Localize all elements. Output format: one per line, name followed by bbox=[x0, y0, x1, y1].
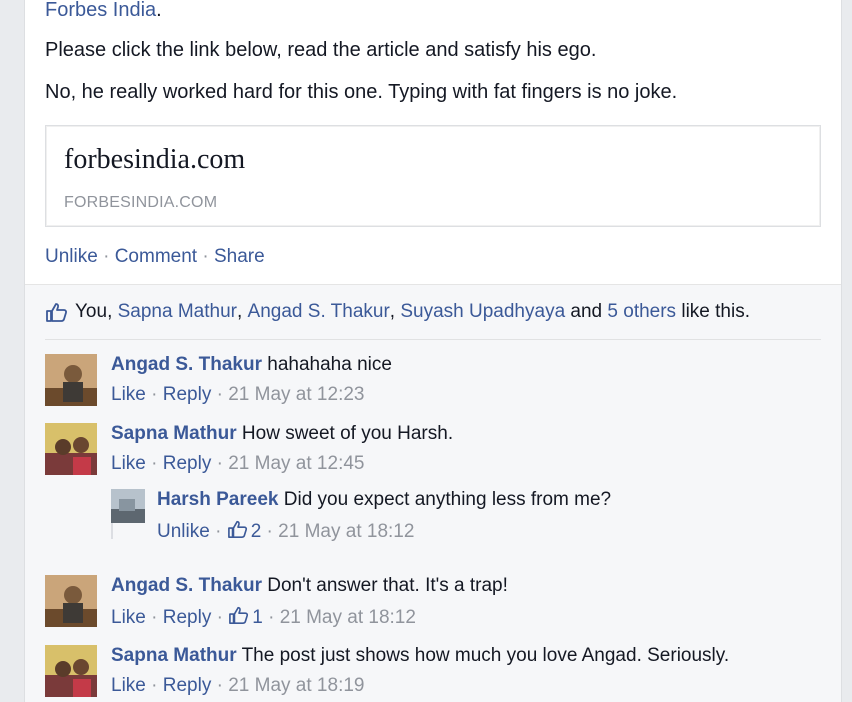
comment-text: How sweet of you Harsh. bbox=[241, 423, 454, 444]
likes-summary: You, Sapna Mathur, Angad S. Thakur, Suya… bbox=[45, 301, 750, 323]
link-preview-domain: FORBESINDIA.COM bbox=[64, 194, 218, 211]
comment-timestamp[interactable]: 21 May at 12:23 bbox=[228, 384, 364, 405]
like-button[interactable]: Like bbox=[111, 607, 146, 628]
comment-text: The post just shows how much you love An… bbox=[241, 645, 730, 666]
like-button[interactable]: Like bbox=[111, 384, 146, 405]
avatar[interactable] bbox=[45, 423, 97, 475]
avatar-image bbox=[45, 354, 97, 406]
liker-link[interactable]: Sapna Mathur bbox=[118, 301, 237, 323]
divider bbox=[45, 339, 821, 340]
reply-button[interactable]: Reply bbox=[163, 453, 212, 474]
liker-link[interactable]: Suyash Upadhyaya bbox=[400, 301, 565, 323]
like-button[interactable]: Like bbox=[111, 453, 146, 474]
post-line-3: No, he really worked hard for this one. … bbox=[45, 81, 678, 103]
link-preview[interactable]: forbesindia.com FORBESINDIA.COM bbox=[45, 125, 821, 227]
thumbs-up-icon bbox=[227, 520, 247, 538]
comment-timestamp[interactable]: 21 May at 12:45 bbox=[228, 453, 364, 474]
reply-button[interactable]: Reply bbox=[163, 675, 212, 696]
comment-author[interactable]: Angad S. Thakur bbox=[111, 354, 262, 375]
others-link[interactable]: 5 others bbox=[607, 301, 676, 323]
comment-text: hahahaha nice bbox=[267, 354, 392, 375]
avatar[interactable] bbox=[111, 489, 145, 523]
post-line-2: Please click the link below, read the ar… bbox=[45, 39, 597, 61]
avatar-image bbox=[111, 489, 145, 523]
comment-text: Did you expect anything less from me? bbox=[283, 489, 612, 510]
forbes-india-link[interactable]: Forbes India bbox=[45, 0, 156, 21]
thumbs-up-icon bbox=[229, 606, 249, 624]
unlike-button[interactable]: Unlike bbox=[157, 521, 210, 542]
avatar[interactable] bbox=[45, 575, 97, 627]
link-preview-title[interactable]: forbesindia.com bbox=[64, 144, 245, 176]
comment-like-count[interactable]: 1 bbox=[228, 606, 263, 628]
comment-author[interactable]: Angad S. Thakur bbox=[111, 575, 262, 596]
avatar-image bbox=[45, 423, 97, 475]
unlike-button[interactable]: Unlike bbox=[45, 246, 98, 267]
avatar[interactable] bbox=[45, 354, 97, 406]
post-actions: Unlike · Comment · Share bbox=[45, 246, 265, 267]
comments-section: You, Sapna Mathur, Angad S. Thakur, Suya… bbox=[25, 284, 841, 702]
comment-timestamp[interactable]: 21 May at 18:12 bbox=[278, 521, 414, 542]
avatar-image bbox=[45, 645, 97, 697]
comment-author[interactable]: Sapna Mathur bbox=[111, 423, 237, 444]
thumbs-up-icon bbox=[46, 303, 67, 322]
post-card: Forbes India. Please click the link belo… bbox=[24, 0, 842, 702]
comment-button[interactable]: Comment bbox=[115, 246, 197, 267]
comment-timestamp[interactable]: 21 May at 18:19 bbox=[228, 675, 364, 696]
comment-author[interactable]: Harsh Pareek bbox=[157, 489, 278, 510]
reply-button[interactable]: Reply bbox=[163, 607, 212, 628]
post-line-1: Forbes India. bbox=[45, 0, 162, 21]
avatar[interactable] bbox=[45, 645, 97, 697]
comment-timestamp[interactable]: 21 May at 18:12 bbox=[280, 607, 416, 628]
comment-text: Don't answer that. It's a trap! bbox=[267, 575, 508, 596]
share-button[interactable]: Share bbox=[214, 246, 265, 267]
reply-button[interactable]: Reply bbox=[163, 384, 212, 405]
comment-author[interactable]: Sapna Mathur bbox=[111, 645, 237, 666]
avatar-image bbox=[45, 575, 97, 627]
comment-like-count[interactable]: 2 bbox=[227, 520, 261, 542]
like-button[interactable]: Like bbox=[111, 675, 146, 696]
liker-link[interactable]: Angad S. Thakur bbox=[248, 301, 390, 323]
